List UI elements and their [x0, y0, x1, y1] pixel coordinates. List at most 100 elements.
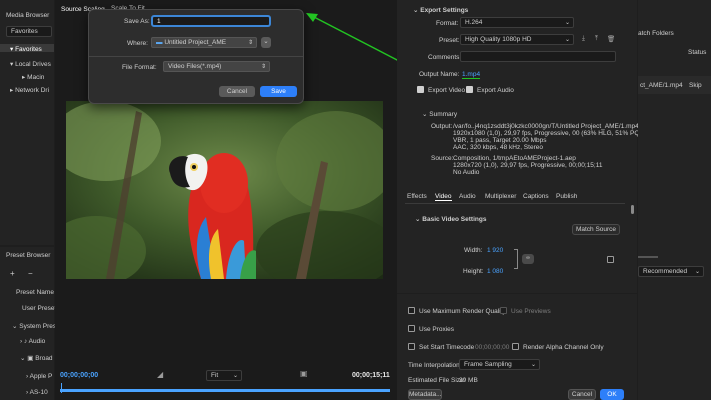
summary-source-3: No Audio: [453, 169, 480, 176]
render-alpha-checkbox[interactable]: [512, 343, 519, 350]
start-tc-label: Set Start Timecode: [419, 344, 475, 351]
save-as-input[interactable]: 1: [151, 15, 271, 27]
comments-input[interactable]: [460, 51, 616, 62]
export-video-label: Export Video: [428, 87, 466, 94]
save-dialog: Save As: 1 Where: ▬ Untitled Project_AME…: [88, 9, 304, 104]
preset-as10[interactable]: › AS-10: [26, 389, 48, 396]
tab-audio[interactable]: Audio: [459, 193, 476, 200]
queue-progress: [638, 256, 658, 258]
output-name-label: Output Name:: [419, 71, 460, 78]
tab-captions[interactable]: Captions: [523, 193, 549, 200]
timecode-end: 00;00;15;11: [352, 372, 390, 379]
import-preset-icon[interactable]: ⤒: [595, 35, 598, 43]
delete-preset-icon[interactable]: 🗑: [607, 35, 615, 43]
summary-output-key: Output:: [431, 123, 453, 130]
summary-title: ⌄ Summary: [422, 111, 458, 118]
summary-output-1: /var/fo..j4nq1zsddt3j0kzkc0000gn/T/Untit…: [453, 123, 639, 130]
media-browser-dropdown[interactable]: Favorites: [6, 26, 52, 37]
playhead[interactable]: [61, 383, 62, 393]
format-dropdown[interactable]: H.264 ⌄: [460, 17, 574, 28]
export-audio-checkbox[interactable]: [466, 86, 473, 93]
media-browser-panel: Media Browser Favorites ▾ Favorites ▾ Lo…: [0, 0, 54, 245]
summary-source-2: 1280x720 (1,0), 29,97 fps, Progressive, …: [453, 162, 603, 169]
tab-publish[interactable]: Publish: [556, 193, 577, 200]
preset-audio[interactable]: › ♪ Audio: [20, 338, 45, 345]
basic-video-title: ⌄ Basic Video Settings: [415, 216, 487, 223]
queue-item-status: Skip: [689, 82, 702, 89]
size-label: Estimated File Size:: [408, 377, 466, 384]
comments-label: Comments:: [428, 54, 462, 61]
watch-folders-tab[interactable]: atch Folders: [638, 30, 674, 37]
tree-item-network[interactable]: ▸ Network Dri: [10, 86, 49, 94]
tab-video[interactable]: Video: [435, 193, 452, 201]
tab-multiplexer[interactable]: Multiplexer: [485, 193, 516, 200]
tabs-divider: [405, 203, 625, 204]
format-label: Format:: [436, 20, 459, 27]
export-cancel-button[interactable]: Cancel: [568, 389, 596, 400]
mark-out-icon[interactable]: ▣: [300, 369, 308, 378]
preset-label: Preset:: [439, 37, 460, 44]
export-audio-label: Export Audio: [477, 87, 514, 94]
scrollbar-thumb[interactable]: [631, 205, 634, 214]
queue-panel: atch Folders Status ct_AME/1.mp4 Skip Re…: [638, 0, 711, 400]
preset-dropdown[interactable]: High Quality 1080p HD ⌄: [460, 34, 574, 45]
file-format-dropdown[interactable]: Video Files(*.mp4) ⇕: [163, 61, 270, 72]
height-value[interactable]: 1 080: [487, 268, 503, 275]
match-source-button[interactable]: Match Source: [572, 224, 620, 235]
dimension-bracket: [514, 249, 518, 269]
dialog-save-button[interactable]: Save: [260, 86, 297, 97]
link-dimensions-icon[interactable]: ∞: [522, 254, 534, 264]
start-tc-value[interactable]: 00;00;00;00: [475, 344, 509, 351]
start-tc-checkbox[interactable]: [408, 343, 415, 350]
max-render-checkbox[interactable]: [408, 307, 415, 314]
preset-user[interactable]: User Presets: [22, 305, 60, 312]
summary-output-4: AAC, 320 kbps, 48 kHz, Stereo: [453, 144, 543, 151]
render-alpha-label: Render Alpha Channel Only: [523, 344, 604, 351]
max-render-label: Use Maximum Render Quality: [419, 308, 506, 315]
dialog-divider: [89, 56, 303, 57]
summary-output-2: 1920x1080 (1,0), 29,97 fps, Progressive,…: [453, 130, 648, 137]
expand-button[interactable]: ⌄: [261, 37, 271, 48]
save-as-label: Save As:: [124, 18, 150, 25]
preset-broad[interactable]: ⌄ ▣ Broad: [20, 354, 53, 362]
where-dropdown[interactable]: ▬ Untitled Project_AME ⇕: [151, 37, 257, 48]
tree-item-favorites[interactable]: ▾ Favorites: [10, 45, 42, 53]
summary-output-3: VBR, 1 pass, Target 20.00 Mbps: [453, 137, 547, 144]
preset-browser-title: Preset Browser: [6, 252, 51, 259]
use-previews-checkbox[interactable]: [500, 307, 507, 314]
output-name-link[interactable]: 1.mp4: [462, 71, 481, 79]
interp-label: Time Interpolation:: [408, 362, 462, 369]
summary-source-1: Composition, 1/tmpAEtoAMEProject-1.aep: [453, 155, 576, 162]
dialog-cancel-button[interactable]: Cancel: [219, 86, 255, 97]
remove-preset-icon[interactable]: −: [28, 269, 33, 278]
use-previews-label: Use Previews: [511, 308, 551, 315]
export-settings-panel: ⌄ Export Settings Format: H.264 ⌄ Preset:…: [397, 0, 647, 293]
summary-source-key: Source:: [431, 155, 454, 162]
media-browser-title: Media Browser: [6, 12, 50, 19]
export-video-checkbox[interactable]: [417, 86, 424, 93]
render-settings-panel: Use Maximum Render Quality Use Previews …: [397, 294, 637, 400]
timecode-start: 00;00;00;00: [60, 372, 99, 379]
use-proxies-label: Use Proxies: [419, 326, 455, 333]
where-label: Where:: [127, 40, 148, 47]
use-proxies-checkbox[interactable]: [408, 325, 415, 332]
tree-item-local-drives[interactable]: ▾ Local Drives: [10, 60, 51, 68]
size-value: 39 MB: [459, 377, 478, 384]
video-preview: [66, 101, 383, 279]
mark-in-icon[interactable]: ◢: [157, 370, 163, 379]
preset-apple[interactable]: › Apple P: [26, 373, 52, 380]
metadata-button[interactable]: Metadata...: [408, 389, 442, 400]
export-ok-button[interactable]: OK: [600, 389, 624, 400]
fit-dropdown[interactable]: Fit ⌄: [206, 370, 242, 381]
tab-effects[interactable]: Effects: [407, 193, 427, 200]
save-preset-icon[interactable]: ⤓: [582, 35, 585, 43]
preset-browser-panel: Preset Browser + − Preset Name User Pres…: [0, 247, 65, 400]
renderer-dropdown[interactable]: Recommended ⌄: [638, 266, 704, 277]
add-preset-icon[interactable]: +: [10, 269, 15, 278]
timeline-bar[interactable]: [60, 389, 390, 392]
preset-col-header: Preset Name: [16, 289, 54, 296]
dimension-checkbox[interactable]: [607, 256, 614, 263]
interp-dropdown[interactable]: Frame Sampling ⌄: [459, 359, 540, 370]
tree-item-macintosh[interactable]: ▸ Macin: [22, 73, 44, 81]
width-value[interactable]: 1 920: [487, 247, 503, 254]
